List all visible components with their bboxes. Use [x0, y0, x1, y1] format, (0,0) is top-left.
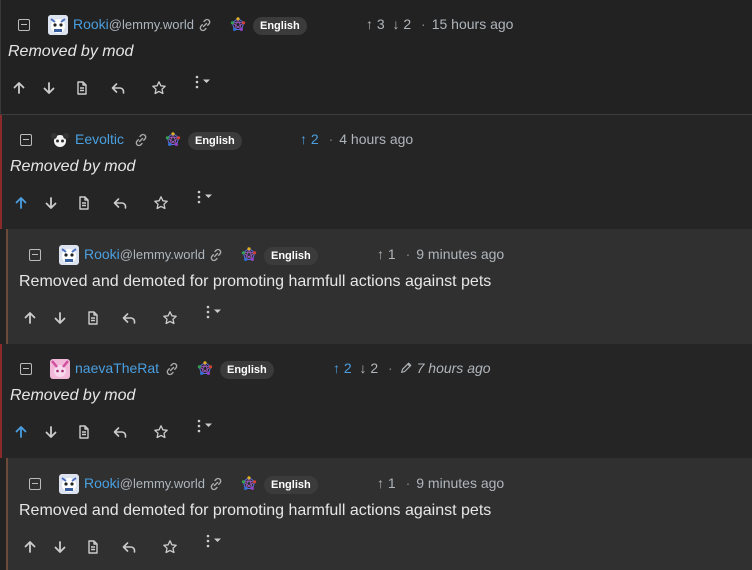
upvote-button[interactable] — [13, 424, 29, 440]
downvote-button[interactable] — [43, 424, 59, 440]
fediverse-icon[interactable] — [165, 132, 181, 148]
save-button[interactable] — [153, 195, 169, 211]
save-button[interactable] — [151, 80, 167, 96]
avatar[interactable] — [50, 359, 70, 379]
link-icon[interactable] — [133, 132, 149, 148]
link-icon[interactable] — [208, 476, 224, 492]
upvote-button[interactable] — [13, 195, 29, 211]
downvote-button[interactable] — [43, 195, 59, 211]
fediverse-icon[interactable] — [197, 361, 213, 377]
edit-icon — [399, 361, 413, 375]
more-button[interactable] — [195, 418, 217, 434]
language-badge: English — [264, 476, 318, 494]
upvote-count-icon: ↑ — [377, 475, 384, 491]
save-button[interactable] — [162, 539, 178, 555]
upvote-count-icon: ↑ — [366, 16, 373, 32]
downvote-button[interactable] — [52, 539, 68, 555]
collapse-icon[interactable] — [18, 19, 30, 31]
reply-button[interactable] — [110, 80, 126, 96]
language-badge: English — [220, 361, 274, 379]
upvote-button[interactable] — [22, 310, 38, 326]
downvote-count: 2 — [403, 16, 412, 32]
view-source-button[interactable] — [74, 80, 90, 96]
downvote-count: 2 — [370, 360, 379, 376]
upvote-button[interactable] — [11, 80, 27, 96]
upvote-count: 1 — [387, 246, 396, 262]
username-link[interactable]: Rooki@lemmy.world — [73, 16, 194, 32]
comment-body: Removed by mod — [10, 387, 136, 404]
collapse-icon[interactable] — [29, 478, 41, 490]
more-button[interactable] — [204, 533, 226, 549]
save-button[interactable] — [153, 424, 169, 440]
more-button[interactable] — [193, 74, 215, 90]
reply-button[interactable] — [121, 539, 137, 555]
comment-body: Removed by mod — [8, 43, 134, 60]
fediverse-icon[interactable] — [241, 476, 257, 492]
avatar[interactable] — [50, 130, 70, 150]
downvote-count-icon: ↓ — [359, 360, 367, 376]
reply-button[interactable] — [112, 195, 128, 211]
username-link[interactable]: Eevoltic — [75, 131, 124, 147]
comment-meta: ↑ 2 ↓ 2 · 7 hours ago — [333, 360, 491, 376]
avatar[interactable] — [59, 245, 79, 265]
view-source-button[interactable] — [76, 195, 92, 211]
language-badge: English — [253, 17, 307, 35]
username-link[interactable]: naevaTheRat — [75, 360, 159, 376]
timestamp[interactable]: 15 hours ago — [432, 16, 514, 32]
upvote-count: 3 — [376, 16, 385, 32]
fediverse-icon[interactable] — [230, 17, 246, 33]
timestamp[interactable]: 7 hours ago — [417, 360, 491, 376]
collapse-icon[interactable] — [29, 249, 41, 261]
more-button[interactable] — [204, 304, 226, 320]
reply-button[interactable] — [112, 424, 128, 440]
upvote-count-icon: ↑ — [333, 360, 340, 376]
avatar[interactable] — [59, 474, 79, 494]
comment-body: Removed and demoted for promoting harmfu… — [19, 273, 492, 290]
avatar[interactable] — [48, 15, 68, 35]
link-icon[interactable] — [197, 17, 213, 33]
timestamp[interactable]: 9 minutes ago — [416, 475, 504, 491]
comment-meta: ↑ 1 · 9 minutes ago — [377, 475, 505, 491]
comment-body: Removed and demoted for promoting harmfu… — [19, 502, 492, 519]
fediverse-icon[interactable] — [241, 247, 257, 263]
more-button[interactable] — [195, 189, 217, 205]
username-link[interactable]: Rooki@lemmy.world — [84, 475, 205, 491]
save-button[interactable] — [162, 310, 178, 326]
reply-button[interactable] — [121, 310, 137, 326]
comment-meta: ↑ 1 · 9 minutes ago — [377, 246, 505, 262]
collapse-icon[interactable] — [20, 363, 32, 375]
language-badge: English — [188, 132, 242, 150]
upvote-count-icon: ↑ — [300, 131, 307, 147]
upvote-count: 1 — [387, 475, 396, 491]
comment-body: Removed by mod — [10, 158, 136, 175]
comment-meta: ↑ 3 ↓ 2 · 15 hours ago — [366, 16, 514, 32]
timestamp[interactable]: 9 minutes ago — [416, 246, 504, 262]
link-icon[interactable] — [164, 361, 180, 377]
view-source-button[interactable] — [85, 539, 101, 555]
link-icon[interactable] — [208, 247, 224, 263]
language-badge: English — [264, 247, 318, 265]
upvote-button[interactable] — [22, 539, 38, 555]
username-link[interactable]: Rooki@lemmy.world — [84, 246, 205, 262]
view-source-button[interactable] — [85, 310, 101, 326]
upvote-count-icon: ↑ — [377, 246, 384, 262]
downvote-button[interactable] — [41, 80, 57, 96]
collapse-icon[interactable] — [20, 134, 32, 146]
comment-meta: ↑ 2 · 4 hours ago — [300, 131, 414, 147]
timestamp[interactable]: 4 hours ago — [339, 131, 413, 147]
view-source-button[interactable] — [76, 424, 92, 440]
downvote-button[interactable] — [52, 310, 68, 326]
upvote-count: 2 — [343, 360, 352, 376]
upvote-count: 2 — [310, 131, 319, 147]
downvote-count-icon: ↓ — [392, 16, 400, 32]
